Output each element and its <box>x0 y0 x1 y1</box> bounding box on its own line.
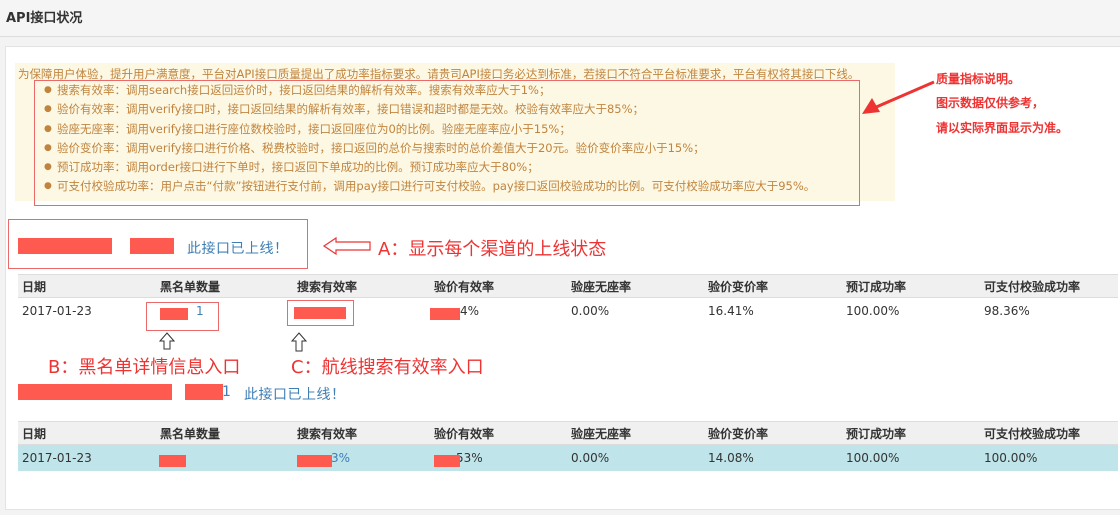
bullet-icon: ● <box>44 85 52 95</box>
bullet-icon: ● <box>44 123 52 134</box>
top-bar: API接口状况 <box>0 0 1120 37</box>
cell-no-seat-rate: 0.00% <box>567 297 704 324</box>
column-header-blacklist: 黑名单数量 <box>156 421 293 445</box>
rule-item: ● 验价有效率：调用verify接口时，接口返回结果的解析有效率，接口错误和超时都… <box>35 100 859 119</box>
column-header-verify-rate: 验价有效率 <box>430 421 567 445</box>
column-header-no-seat-rate: 验座无座率 <box>567 421 704 445</box>
bullet-icon: ● <box>44 142 52 153</box>
cell-pay-rate: 100.00% <box>980 444 1118 471</box>
column-header-pay-rate: 可支付校验成功率 <box>980 274 1118 298</box>
redacted-verify-rate <box>430 308 460 320</box>
redacted-channel-name <box>18 238 112 254</box>
rule-text: 验价有效率：调用verify接口时，接口返回结果的解析有效率，接口错误和超时都是… <box>57 102 645 117</box>
column-header-verify-rate: 验价有效率 <box>430 274 567 298</box>
bullet-icon: ● <box>44 104 52 115</box>
column-header-blacklist: 黑名单数量 <box>156 274 293 298</box>
cell-order-rate: 100.00% <box>842 297 980 324</box>
rule-text: 验座无座率：调用verify接口进行座位数校验时，接口返回座位为0的比例。验座无… <box>57 121 571 136</box>
arrow-left-icon <box>862 80 935 114</box>
annotation-b: B：黑名单详情信息入口 <box>48 357 241 378</box>
channel-online-status: 此接口已上线！ <box>244 387 346 403</box>
rule-item: ● 可支付校验成功率：用户点击“付款”按钮进行支付前，调用pay接口进行可支付校验… <box>35 177 859 196</box>
redacted-channel-name <box>18 384 172 400</box>
column-header-order-rate: 预订成功率 <box>842 274 980 298</box>
outline-arrow-up-icon <box>158 332 176 350</box>
column-header-no-seat-rate: 验座无座率 <box>567 274 704 298</box>
rule-item: ● 验座无座率：调用verify接口进行座位数校验时，接口返回座位为0的比例。验座… <box>35 120 859 139</box>
quality-note-line: 图示数据仅供参考， <box>936 96 1045 110</box>
column-header-price-change-rate: 验价变价率 <box>704 274 842 298</box>
cell-no-seat-rate: 0.00% <box>567 444 704 471</box>
outline-arrow-up-icon <box>290 332 308 352</box>
redacted-channel-code <box>130 238 174 254</box>
cell-pay-rate: 98.36% <box>980 297 1118 324</box>
rule-text: 搜索有效率：调用search接口返回运价时，接口返回结果的解析有效率。搜索有效率… <box>57 83 551 97</box>
quality-note-line: 请以实际界面显示为准。 <box>936 121 1069 135</box>
column-header-price-change-rate: 验价变价率 <box>704 421 842 445</box>
rule-text: 预订成功率：调用order接口进行下单时，接口返回下单成功的比例。预订成功率应大… <box>57 160 539 175</box>
cell-date: 2017-01-23 <box>18 297 156 324</box>
rule-text: 可支付校验成功率：用户点击“付款”按钮进行支付前，调用pay接口进行可支付校验。… <box>57 179 816 194</box>
redacted-blacklist-count <box>159 455 186 467</box>
column-header-order-rate: 预订成功率 <box>842 421 980 445</box>
redacted-verify-rate <box>434 455 460 467</box>
cell-price-change-rate: 14.08% <box>704 444 842 471</box>
rule-text: 验价变价率：调用verify接口进行价格、税费校验时，接口返回的总价与搜索时的总… <box>57 140 705 155</box>
column-header-search-rate: 搜索有效率 <box>293 421 430 445</box>
column-header-date: 日期 <box>18 421 156 445</box>
channel-online-status: 此接口已上线！ <box>187 241 289 257</box>
redacted-channel-code <box>185 384 223 400</box>
redacted-search-rate <box>297 455 332 467</box>
rules-box: ● 搜索有效率：调用search接口返回运价时，接口返回结果的解析有效率。搜索有效… <box>34 80 860 206</box>
annotation-a: A：显示每个渠道的上线状态 <box>378 239 607 260</box>
cell-price-change-rate: 16.41% <box>704 297 842 324</box>
cell-order-rate: 100.00% <box>842 444 980 471</box>
table-header-row: 日期 黑名单数量 搜索有效率 验价有效率 验座无座率 验价变价率 预订成功率 可… <box>18 421 1118 445</box>
rule-item: ● 验价变价率：调用verify接口进行价格、税费校验时，接口返回的总价与搜索时的… <box>35 139 859 158</box>
bullet-icon: ● <box>44 162 52 173</box>
quality-note-line: 质量指标说明。 <box>936 72 1021 86</box>
outline-arrow-left-icon <box>322 236 371 256</box>
table-header-row: 日期 黑名单数量 搜索有效率 验价有效率 验座无座率 验价变价率 预订成功率 可… <box>18 274 1118 298</box>
rule-item: ● 预订成功率：调用order接口进行下单时，接口返回下单成功的比例。预订成功率应… <box>35 158 859 177</box>
annotation-c: C：航线搜索有效率入口 <box>291 357 484 378</box>
bullet-icon: ● <box>44 181 52 192</box>
page-title: API接口状况 <box>6 11 83 26</box>
column-header-pay-rate: 可支付校验成功率 <box>980 421 1118 445</box>
column-header-search-rate: 搜索有效率 <box>293 274 430 298</box>
rule-item: ● 搜索有效率：调用search接口返回运价时，接口返回结果的解析有效率。搜索有效… <box>35 81 859 100</box>
blacklist-highlight <box>146 302 219 331</box>
channel-code-tail: 1 <box>222 384 232 400</box>
cell-date: 2017-01-23 <box>18 444 156 471</box>
column-header-date: 日期 <box>18 274 156 298</box>
search-rate-highlight <box>287 300 354 326</box>
